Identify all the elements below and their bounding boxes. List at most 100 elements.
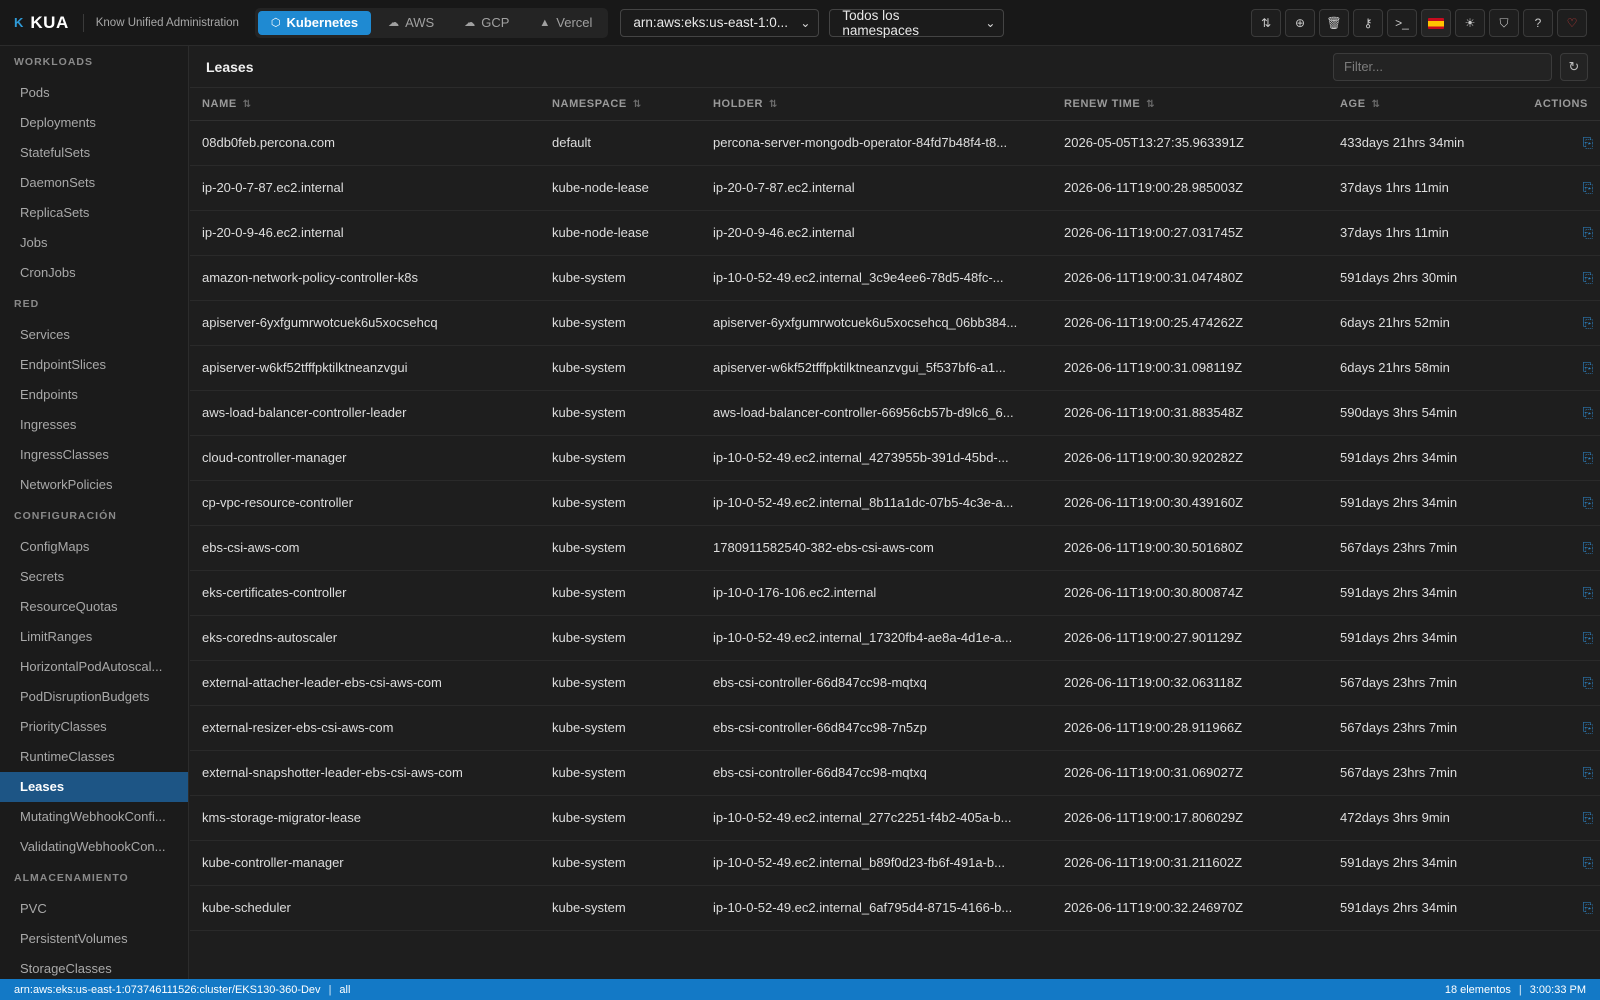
sidebar-item-runtimeclasses[interactable]: RuntimeClasses — [0, 742, 188, 772]
view-yaml-icon[interactable]: ⎘ — [1583, 900, 1593, 916]
sidebar-item-resourcequotas[interactable]: ResourceQuotas — [0, 592, 188, 622]
cell-name: kube-scheduler — [190, 885, 540, 931]
table-row[interactable]: eks-coredns-autoscaler kube-system ip-10-0… — [190, 615, 1600, 661]
table-row[interactable]: amazon-network-policy-controller-k8s kube… — [190, 255, 1600, 301]
cell-age: 567days 23hrs 7min — [1328, 750, 1518, 796]
view-yaml-icon[interactable]: ⎘ — [1583, 855, 1593, 871]
table-row[interactable]: ip-20-0-9-46.ec2.internal kube-node-lease… — [190, 210, 1600, 256]
tab-gcp[interactable]: ☁ GCP — [451, 11, 522, 35]
sidebar-item-mutatingwebhookconfi[interactable]: MutatingWebhookConfi... — [0, 802, 188, 832]
view-yaml-icon[interactable]: ⎘ — [1583, 540, 1593, 556]
table-row[interactable]: eks-certificates-controller kube-system ip… — [190, 570, 1600, 616]
namespace-select[interactable]: Todos los namespaces ⌄ — [829, 8, 1005, 38]
key-icon[interactable]: ⚷ — [1353, 9, 1383, 37]
sidebar-item-limitranges[interactable]: LimitRanges — [0, 622, 188, 652]
table-row[interactable]: ebs-csi-aws-com kube-system 1780911582540-… — [190, 525, 1600, 571]
cell-namespace: kube-system — [540, 300, 701, 346]
sidebar-item-secrets[interactable]: Secrets — [0, 562, 188, 592]
sidebar-section-title: ALMACENAMIENTO — [14, 872, 129, 884]
sidebar-item-cronjobs[interactable]: CronJobs — [0, 258, 188, 288]
sidebar-item-daemonsets[interactable]: DaemonSets — [0, 168, 188, 198]
tab-kubernetes[interactable]: ⬡ Kubernetes — [257, 10, 372, 35]
column-header-namespace[interactable]: NAMESPACE ⇅ — [540, 88, 701, 121]
logo-divider — [82, 13, 84, 32]
view-yaml-icon[interactable]: ⎘ — [1583, 135, 1593, 151]
view-yaml-icon[interactable]: ⎘ — [1583, 585, 1593, 601]
sidebar-item-jobs[interactable]: Jobs — [0, 228, 188, 258]
sidebar-item-ingressclasses[interactable]: IngressClasses — [0, 440, 188, 470]
table-row[interactable]: cloud-controller-manager kube-system ip-10… — [190, 435, 1600, 481]
view-yaml-icon[interactable]: ⎘ — [1583, 405, 1593, 421]
table-row[interactable]: aws-load-balancer-controller-leader kube-… — [190, 390, 1600, 436]
cell-name: cp-vpc-resource-controller — [190, 480, 540, 526]
view-yaml-icon[interactable]: ⎘ — [1583, 630, 1593, 646]
cell-renew-time: 2026-06-11T19:00:31.883548Z — [1052, 390, 1328, 436]
view-yaml-icon[interactable]: ⎘ — [1583, 225, 1593, 241]
sidebar-item-validatingwebhookcon[interactable]: ValidatingWebhookCon... — [0, 832, 188, 862]
view-yaml-icon[interactable]: ⎘ — [1583, 765, 1593, 781]
view-yaml-icon[interactable]: ⎘ — [1583, 360, 1593, 376]
table-row[interactable]: kube-scheduler kube-system ip-10-0-52-49.e… — [190, 885, 1600, 931]
sidebar-item-priorityclasses[interactable]: PriorityClasses — [0, 712, 188, 742]
view-yaml-icon[interactable]: ⎘ — [1583, 720, 1593, 736]
sidebar-item-endpoints[interactable]: Endpoints — [0, 380, 188, 410]
column-header-age[interactable]: AGE ⇅ — [1328, 88, 1518, 121]
table-row[interactable]: external-snapshotter-leader-ebs-csi-aws-… — [190, 750, 1600, 796]
table-row[interactable]: external-resizer-ebs-csi-aws-com kube-sys… — [190, 705, 1600, 751]
cell-namespace: default — [540, 120, 701, 166]
cluster-select[interactable]: arn:aws:eks:us-east-1:0... ⌄ — [620, 8, 820, 37]
column-header-holder[interactable]: HOLDER ⇅ — [701, 88, 1052, 121]
table-row[interactable]: cp-vpc-resource-controller kube-system ip-… — [190, 480, 1600, 526]
sidebar-item-horizontalpodautoscal[interactable]: HorizontalPodAutoscal... — [0, 652, 188, 682]
sidebar-item-configmaps[interactable]: ConfigMaps — [0, 532, 188, 562]
table-row[interactable]: kms-storage-migrator-lease kube-system ip-… — [190, 795, 1600, 841]
cell-holder: ip-20-0-7-87.ec2.internal — [701, 165, 1052, 211]
sidebar-item-endpointslices[interactable]: EndpointSlices — [0, 350, 188, 380]
trash-icon[interactable]: 🗑 — [1319, 9, 1349, 37]
sidebar-item-statefulsets[interactable]: StatefulSets — [0, 138, 188, 168]
view-yaml-icon[interactable]: ⎘ — [1583, 270, 1593, 286]
view-yaml-icon[interactable]: ⎘ — [1583, 180, 1593, 196]
view-yaml-icon[interactable]: ⎘ — [1583, 810, 1593, 826]
tab-vercel[interactable]: ▲ Vercel — [526, 11, 605, 35]
sidebar-item-pvc[interactable]: PVC — [0, 894, 188, 924]
sidebar-item-replicasets[interactable]: ReplicaSets — [0, 198, 188, 228]
sidebar-item-pods[interactable]: Pods — [0, 78, 188, 108]
add-resource-icon[interactable]: ⊕ — [1285, 9, 1315, 37]
heart-icon[interactable]: ♡ — [1557, 9, 1587, 37]
column-header-renew-time[interactable]: RENEW TIME ⇅ — [1052, 88, 1328, 121]
table-row[interactable]: 08db0feb.percona.com default percona-serve… — [190, 120, 1600, 166]
terminal-icon[interactable]: >_ — [1387, 9, 1417, 37]
table-row[interactable]: ip-20-0-7-87.ec2.internal kube-node-lease… — [190, 165, 1600, 211]
spain-flag-icon[interactable] — [1421, 9, 1451, 37]
theme-sun-icon[interactable]: ☀ — [1455, 9, 1485, 37]
refresh-icon[interactable]: ↻ — [1560, 52, 1588, 81]
cell-holder: ip-10-0-52-49.ec2.internal_8b11a1dc-07b5… — [701, 480, 1052, 526]
help-icon[interactable]: ? — [1523, 9, 1553, 37]
cell-actions: ⎘ — [1518, 570, 1600, 616]
table-row[interactable]: apiserver-6yxfgumrwotcuek6u5xocsehcq kube… — [190, 300, 1600, 346]
sidebar-item-deployments[interactable]: Deployments — [0, 108, 188, 138]
sidebar-item-leases[interactable]: Leases — [0, 772, 188, 802]
table-row[interactable]: external-attacher-leader-ebs-csi-aws-com… — [190, 660, 1600, 706]
cell-holder: aws-load-balancer-controller-66956cb57b-… — [701, 390, 1052, 436]
sidebar-item-storageclasses[interactable]: StorageClasses — [0, 954, 188, 979]
flag-es-shape — [1428, 17, 1444, 29]
tab-aws[interactable]: ☁ AWS — [375, 11, 447, 35]
view-yaml-icon[interactable]: ⎘ — [1583, 315, 1593, 331]
sidebar-item-persistentvolumes[interactable]: PersistentVolumes — [0, 924, 188, 954]
table-row[interactable]: kube-controller-manager kube-system ip-10-… — [190, 840, 1600, 886]
sidebar-item-networkpolicies[interactable]: NetworkPolicies — [0, 470, 188, 500]
view-yaml-icon[interactable]: ⎘ — [1583, 495, 1593, 511]
sidebar-item-poddisruptionbudgets[interactable]: PodDisruptionBudgets — [0, 682, 188, 712]
filter-input[interactable] — [1333, 52, 1552, 81]
table-row[interactable]: apiserver-w6kf52tfffpktilktneanzvgui kube… — [190, 345, 1600, 391]
column-header-name[interactable]: NAME ⇅ — [190, 88, 540, 121]
shield-icon[interactable]: ⛉ — [1489, 9, 1519, 37]
view-yaml-icon[interactable]: ⎘ — [1583, 450, 1593, 466]
app-logo[interactable]: K KUA — [14, 13, 69, 33]
sidebar-item-ingresses[interactable]: Ingresses — [0, 410, 188, 440]
sidebar-item-services[interactable]: Services — [0, 320, 188, 350]
switch-context-icon[interactable]: ⇅ — [1251, 9, 1281, 37]
view-yaml-icon[interactable]: ⎘ — [1583, 675, 1593, 691]
